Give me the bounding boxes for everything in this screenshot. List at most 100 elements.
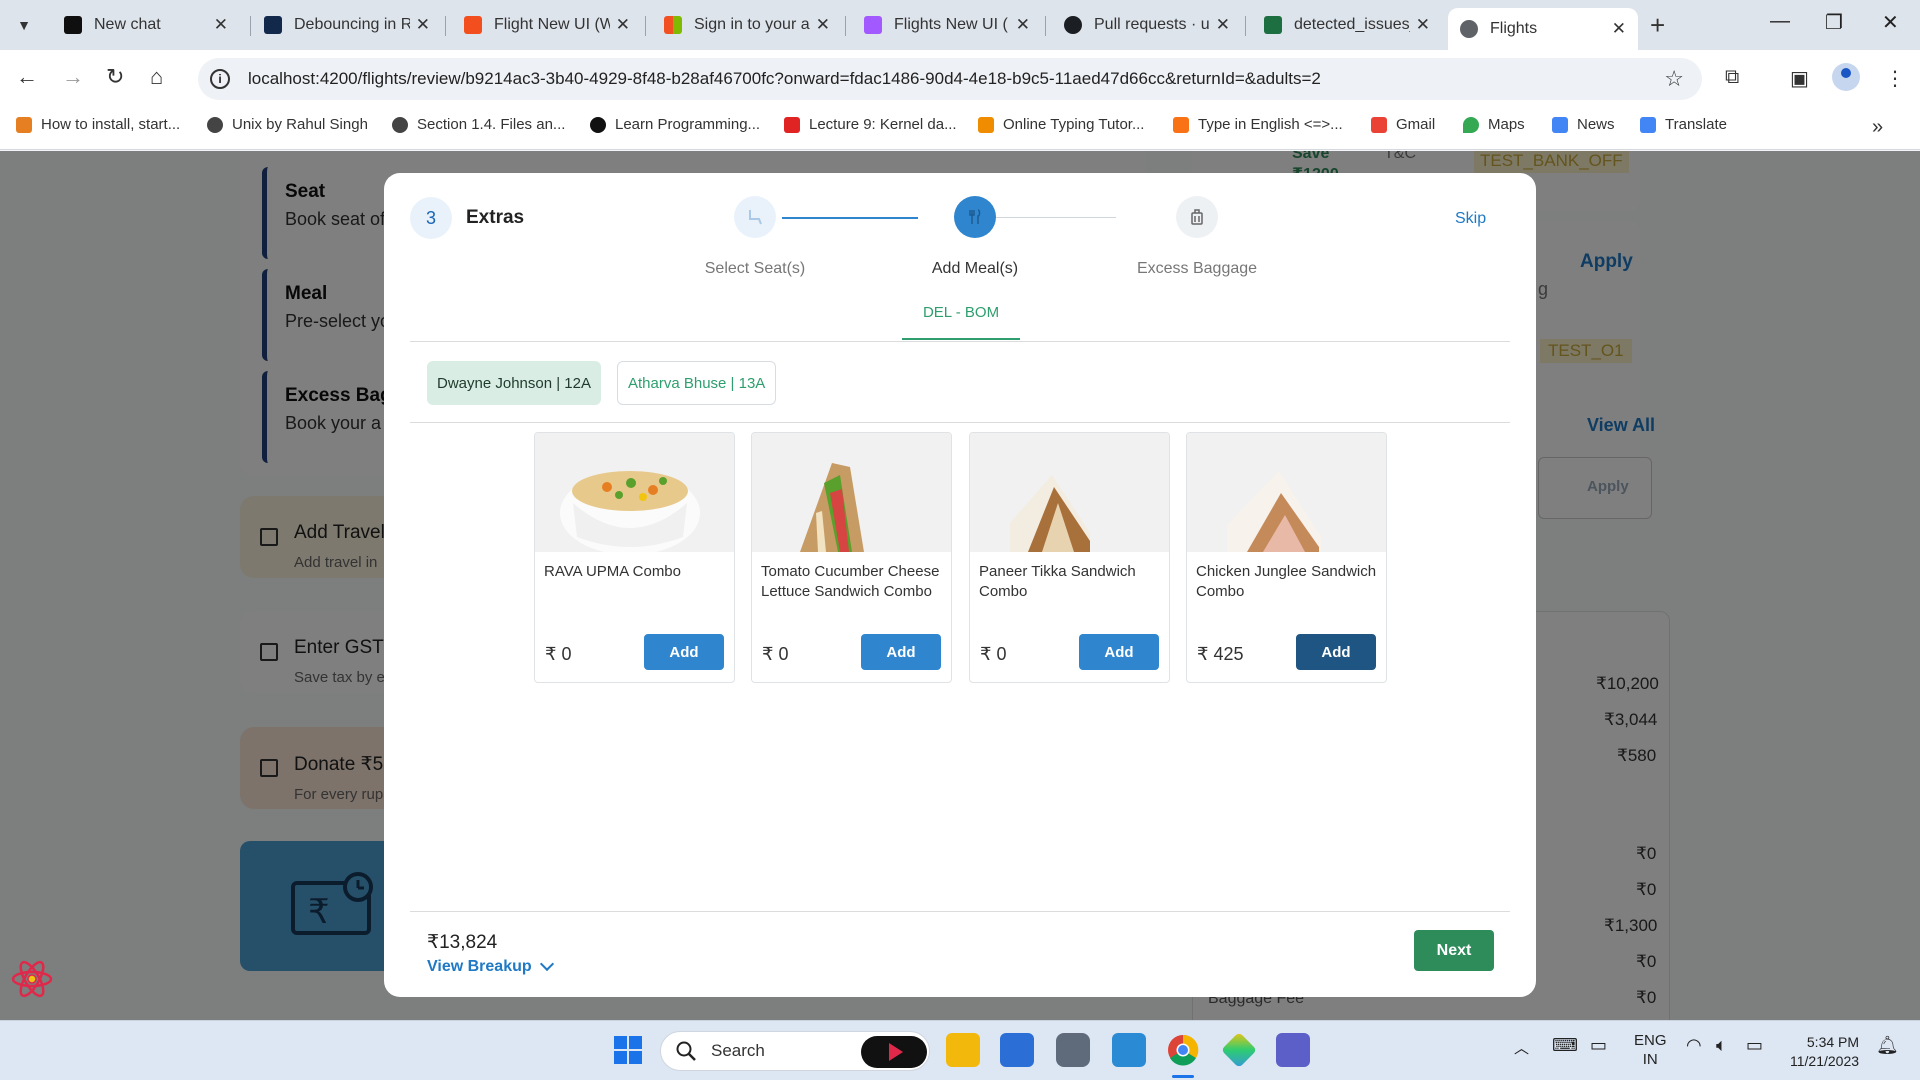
passenger-tab[interactable]: Atharva Bhuse | 13A (617, 361, 777, 405)
reload-icon[interactable]: ↻ (106, 64, 124, 90)
bookmark-item[interactable]: Translate (1640, 116, 1727, 133)
figma-icon (864, 16, 882, 34)
chrome-icon[interactable] (1166, 1033, 1200, 1067)
bookmark-item[interactable]: Unix by Rahul Singh (207, 116, 368, 133)
bookmark-item[interactable]: News (1552, 116, 1615, 133)
browser-tab[interactable]: Flights New UI ( ✕ (852, 8, 1042, 42)
meal-price: ₹ 0 (980, 644, 1007, 664)
browser-tab[interactable]: Pull requests · u ✕ (1052, 8, 1242, 42)
tablet-mode-icon[interactable]: ▭ (1590, 1035, 1607, 1056)
total-fare: ₹13,824 (427, 932, 498, 953)
bookmark-label: Type in English <=>... (1198, 116, 1343, 133)
file-explorer-icon[interactable] (946, 1033, 980, 1067)
seat-step-icon[interactable] (734, 196, 776, 238)
taskbar-search[interactable]: Search (660, 1031, 930, 1071)
extensions-icon[interactable]: ⧉ (1725, 66, 1739, 89)
close-tab-icon[interactable]: ✕ (214, 15, 228, 35)
bookmark-favicon-icon (392, 116, 408, 133)
back-icon[interactable]: ← (16, 64, 38, 90)
bookmark-label: News (1577, 116, 1615, 133)
close-tab-icon[interactable]: ✕ (816, 15, 830, 35)
close-tab-icon[interactable]: ✕ (616, 15, 630, 35)
passenger-tab-selected[interactable]: Dwayne Johnson | 12A (427, 361, 601, 405)
bookmarks-bar: How to install, start... Unix by Rahul S… (0, 108, 1920, 150)
bookmark-item[interactable]: Lecture 9: Kernel da... (784, 116, 957, 133)
clock-date: 11/21/2023 (1790, 1053, 1860, 1069)
translate-icon (1640, 116, 1656, 133)
volume-icon[interactable]: 🔈︎ (1716, 1035, 1727, 1056)
excel-icon (1264, 16, 1282, 34)
chevron-up-icon[interactable]: ︿ (1514, 1037, 1529, 1058)
bookmark-item[interactable]: Gmail (1371, 116, 1435, 133)
store-icon[interactable] (1000, 1033, 1034, 1067)
active-app-indicator (1172, 1075, 1194, 1078)
side-panel-icon[interactable]: ▣ (1790, 66, 1809, 91)
meal-card: RAVA UPMA Combo ₹ 0 Add (534, 432, 735, 683)
more-bookmarks-icon[interactable]: » (1872, 116, 1883, 139)
bookmark-star-icon[interactable]: ☆ (1664, 66, 1684, 92)
bookmark-item[interactable]: Type in English <=>... (1173, 116, 1343, 133)
add-meal-button[interactable]: Add (861, 634, 941, 670)
globe-icon (1460, 20, 1478, 38)
browser-tab[interactable]: Flight New UI (W ✕ (452, 8, 642, 42)
view-breakup-link[interactable]: View Breakup (427, 956, 554, 976)
add-meal-button[interactable]: Add (1079, 634, 1159, 670)
browser-tab[interactable]: Debouncing in R ✕ (252, 8, 442, 42)
profile-avatar[interactable] (1832, 63, 1860, 91)
stepper-label: Excess Baggage (1136, 260, 1258, 277)
battery-icon[interactable]: ▭ (1746, 1035, 1763, 1056)
app-icon[interactable] (1220, 1031, 1258, 1069)
bookmark-item[interactable]: Learn Programming... (590, 116, 760, 133)
bookmark-label: Online Typing Tutor... (1003, 116, 1145, 133)
close-tab-icon[interactable]: ✕ (1216, 15, 1230, 35)
vscode-icon[interactable] (1112, 1033, 1146, 1067)
home-icon[interactable]: ⌂ (150, 64, 163, 90)
bookmark-item[interactable]: How to install, start... (16, 116, 180, 133)
bookmark-favicon-icon (1173, 116, 1189, 133)
browser-tab-active[interactable]: Flights ✕ (1448, 8, 1638, 50)
meal-step-icon[interactable] (954, 196, 996, 238)
browser-tab[interactable]: Sign in to your a ✕ (652, 8, 842, 42)
bookmark-item[interactable]: Section 1.4. Files an... (392, 116, 565, 133)
more-menu-icon[interactable]: ⋮ (1885, 66, 1905, 91)
notification-bell-icon[interactable]: 🔔︎ (1876, 1035, 1899, 1056)
minimize-icon[interactable]: — (1770, 10, 1790, 33)
close-tab-icon[interactable]: ✕ (1416, 15, 1430, 35)
bookmark-item[interactable]: Online Typing Tutor... (978, 116, 1144, 133)
forward-icon[interactable]: → (62, 64, 84, 90)
keyboard-icon[interactable]: ⌨ (1552, 1035, 1578, 1056)
close-tab-icon[interactable]: ✕ (1016, 15, 1030, 35)
wifi-icon[interactable]: ◠ (1686, 1035, 1702, 1056)
site-info-icon[interactable]: i (210, 69, 230, 89)
search-highlight-icon (861, 1036, 927, 1068)
meal-image (535, 433, 734, 552)
youtube-icon (784, 116, 800, 133)
close-tab-icon[interactable]: ✕ (1612, 19, 1626, 39)
camera-icon[interactable] (1056, 1033, 1090, 1067)
tab-title: Flight New UI (W (494, 16, 610, 33)
react-devtools-icon[interactable] (10, 957, 54, 1001)
tab-search-menu-icon[interactable]: ▼ (8, 9, 40, 41)
teams-icon[interactable] (1276, 1033, 1310, 1067)
close-tab-icon[interactable]: ✕ (416, 15, 430, 35)
tab-title: Pull requests · u (1094, 16, 1210, 33)
baggage-step-icon[interactable] (1176, 196, 1218, 238)
restore-icon[interactable]: ❐ (1825, 10, 1843, 35)
add-meal-button[interactable]: Add (1296, 634, 1376, 670)
bookmark-item[interactable]: Maps (1463, 116, 1525, 133)
extras-modal: 3 Extras Skip Select Seat(s) Add Meal(s)… (384, 173, 1536, 997)
skip-button[interactable]: Skip (1455, 210, 1486, 228)
browser-tab[interactable]: New chat ✕ (52, 8, 240, 42)
add-meal-button[interactable]: Add (644, 634, 724, 670)
next-button[interactable]: Next (1414, 930, 1494, 971)
bookmark-label: Learn Programming... (615, 116, 761, 133)
system-clock[interactable]: 5:34 PM 11/21/2023 (1790, 1033, 1859, 1071)
url-text[interactable]: localhost:4200/flights/review/b9214ac3-3… (248, 69, 1321, 89)
address-bar[interactable]: i localhost:4200/flights/review/b9214ac3… (198, 58, 1702, 100)
new-tab-icon[interactable]: + (1650, 10, 1665, 41)
close-window-icon[interactable]: ✕ (1882, 10, 1899, 35)
windows-start-icon[interactable] (611, 1033, 645, 1067)
language-indicator[interactable]: ENG IN (1634, 1031, 1667, 1069)
route-tab[interactable]: DEL - BOM (903, 304, 1019, 321)
browser-tab[interactable]: detected_issues_ ✕ (1252, 8, 1442, 42)
